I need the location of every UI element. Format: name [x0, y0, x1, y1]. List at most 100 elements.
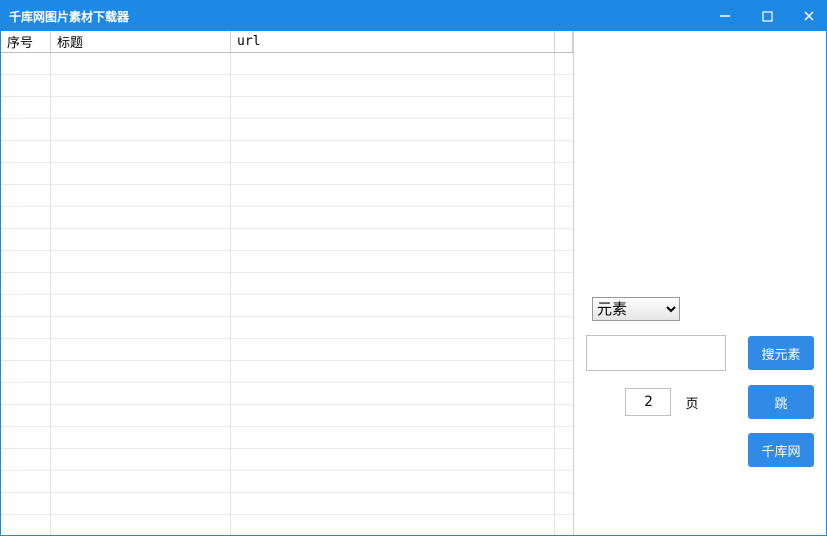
- cell-spacer: [555, 273, 573, 294]
- cell-spacer: [555, 383, 573, 404]
- table-row[interactable]: [1, 75, 573, 97]
- cell-url: [231, 449, 555, 470]
- cell-title: [51, 75, 231, 96]
- table-row[interactable]: [1, 207, 573, 229]
- cell-spacer: [555, 53, 573, 74]
- table-row[interactable]: [1, 339, 573, 361]
- category-row: 元素: [586, 297, 814, 321]
- table-row[interactable]: [1, 427, 573, 449]
- table-row[interactable]: [1, 119, 573, 141]
- jump-button[interactable]: 跳: [748, 385, 814, 419]
- cell-title: [51, 339, 231, 360]
- cell-title: [51, 383, 231, 404]
- table-row[interactable]: [1, 361, 573, 383]
- cell-spacer: [555, 515, 573, 535]
- page-row: 页 跳: [586, 385, 814, 419]
- cell-url: [231, 405, 555, 426]
- table-row[interactable]: [1, 383, 573, 405]
- table-row[interactable]: [1, 295, 573, 317]
- cell-index: [1, 119, 51, 140]
- table-row[interactable]: [1, 251, 573, 273]
- cell-url: [231, 339, 555, 360]
- cell-index: [1, 75, 51, 96]
- cell-index: [1, 515, 51, 535]
- cell-url: [231, 53, 555, 74]
- cell-index: [1, 141, 51, 162]
- cell-index: [1, 427, 51, 448]
- cell-url: [231, 273, 555, 294]
- close-button[interactable]: [800, 7, 818, 25]
- cell-index: [1, 97, 51, 118]
- cell-index: [1, 471, 51, 492]
- table-header: 序号 标题 url: [1, 31, 573, 53]
- cell-index: [1, 185, 51, 206]
- close-icon: [803, 10, 815, 22]
- table-row[interactable]: [1, 163, 573, 185]
- page-input[interactable]: [625, 388, 671, 416]
- cell-url: [231, 251, 555, 272]
- cell-index: [1, 449, 51, 470]
- table-row[interactable]: [1, 141, 573, 163]
- cell-title: [51, 119, 231, 140]
- cell-index: [1, 273, 51, 294]
- table-panel: 序号 标题 url: [1, 31, 574, 535]
- header-url[interactable]: url: [231, 31, 555, 52]
- cell-title: [51, 163, 231, 184]
- header-index[interactable]: 序号: [1, 31, 51, 52]
- cell-spacer: [555, 119, 573, 140]
- cell-url: [231, 141, 555, 162]
- table-row[interactable]: [1, 317, 573, 339]
- table-row[interactable]: [1, 229, 573, 251]
- search-input[interactable]: [586, 335, 726, 371]
- cell-index: [1, 317, 51, 338]
- cell-spacer: [555, 317, 573, 338]
- category-select[interactable]: 元素: [592, 297, 680, 321]
- search-row: 搜元素: [586, 335, 814, 371]
- cell-spacer: [555, 405, 573, 426]
- titlebar[interactable]: 千库网图片素材下载器: [1, 1, 826, 31]
- header-title[interactable]: 标题: [51, 31, 231, 52]
- cell-spacer: [555, 75, 573, 96]
- minimize-button[interactable]: [716, 7, 734, 25]
- cell-title: [51, 273, 231, 294]
- window-controls: [716, 7, 818, 25]
- cell-title: [51, 141, 231, 162]
- table-body[interactable]: [1, 53, 573, 535]
- cell-url: [231, 207, 555, 228]
- cell-index: [1, 251, 51, 272]
- table-row[interactable]: [1, 449, 573, 471]
- table-row[interactable]: [1, 515, 573, 535]
- site-row: 千库网: [586, 433, 814, 467]
- table-row[interactable]: [1, 273, 573, 295]
- table-row[interactable]: [1, 53, 573, 75]
- cell-index: [1, 493, 51, 514]
- cell-title: [51, 207, 231, 228]
- table-row[interactable]: [1, 471, 573, 493]
- table-row[interactable]: [1, 493, 573, 515]
- search-button[interactable]: 搜元素: [748, 336, 814, 370]
- cell-title: [51, 361, 231, 382]
- page-label: 页: [685, 393, 698, 412]
- cell-spacer: [555, 493, 573, 514]
- cell-spacer: [555, 141, 573, 162]
- cell-spacer: [555, 97, 573, 118]
- maximize-button[interactable]: [758, 7, 776, 25]
- content-area: 序号 标题 url 元素 搜元素: [1, 31, 826, 535]
- cell-title: [51, 493, 231, 514]
- table-row[interactable]: [1, 405, 573, 427]
- cell-spacer: [555, 207, 573, 228]
- cell-url: [231, 361, 555, 382]
- cell-url: [231, 383, 555, 404]
- cell-index: [1, 229, 51, 250]
- table-row[interactable]: [1, 185, 573, 207]
- site-button[interactable]: 千库网: [748, 433, 814, 467]
- cell-title: [51, 251, 231, 272]
- cell-url: [231, 185, 555, 206]
- cell-spacer: [555, 295, 573, 316]
- window-title: 千库网图片素材下载器: [9, 8, 716, 25]
- cell-url: [231, 119, 555, 140]
- cell-title: [51, 53, 231, 74]
- table-row[interactable]: [1, 97, 573, 119]
- cell-spacer: [555, 229, 573, 250]
- cell-title: [51, 405, 231, 426]
